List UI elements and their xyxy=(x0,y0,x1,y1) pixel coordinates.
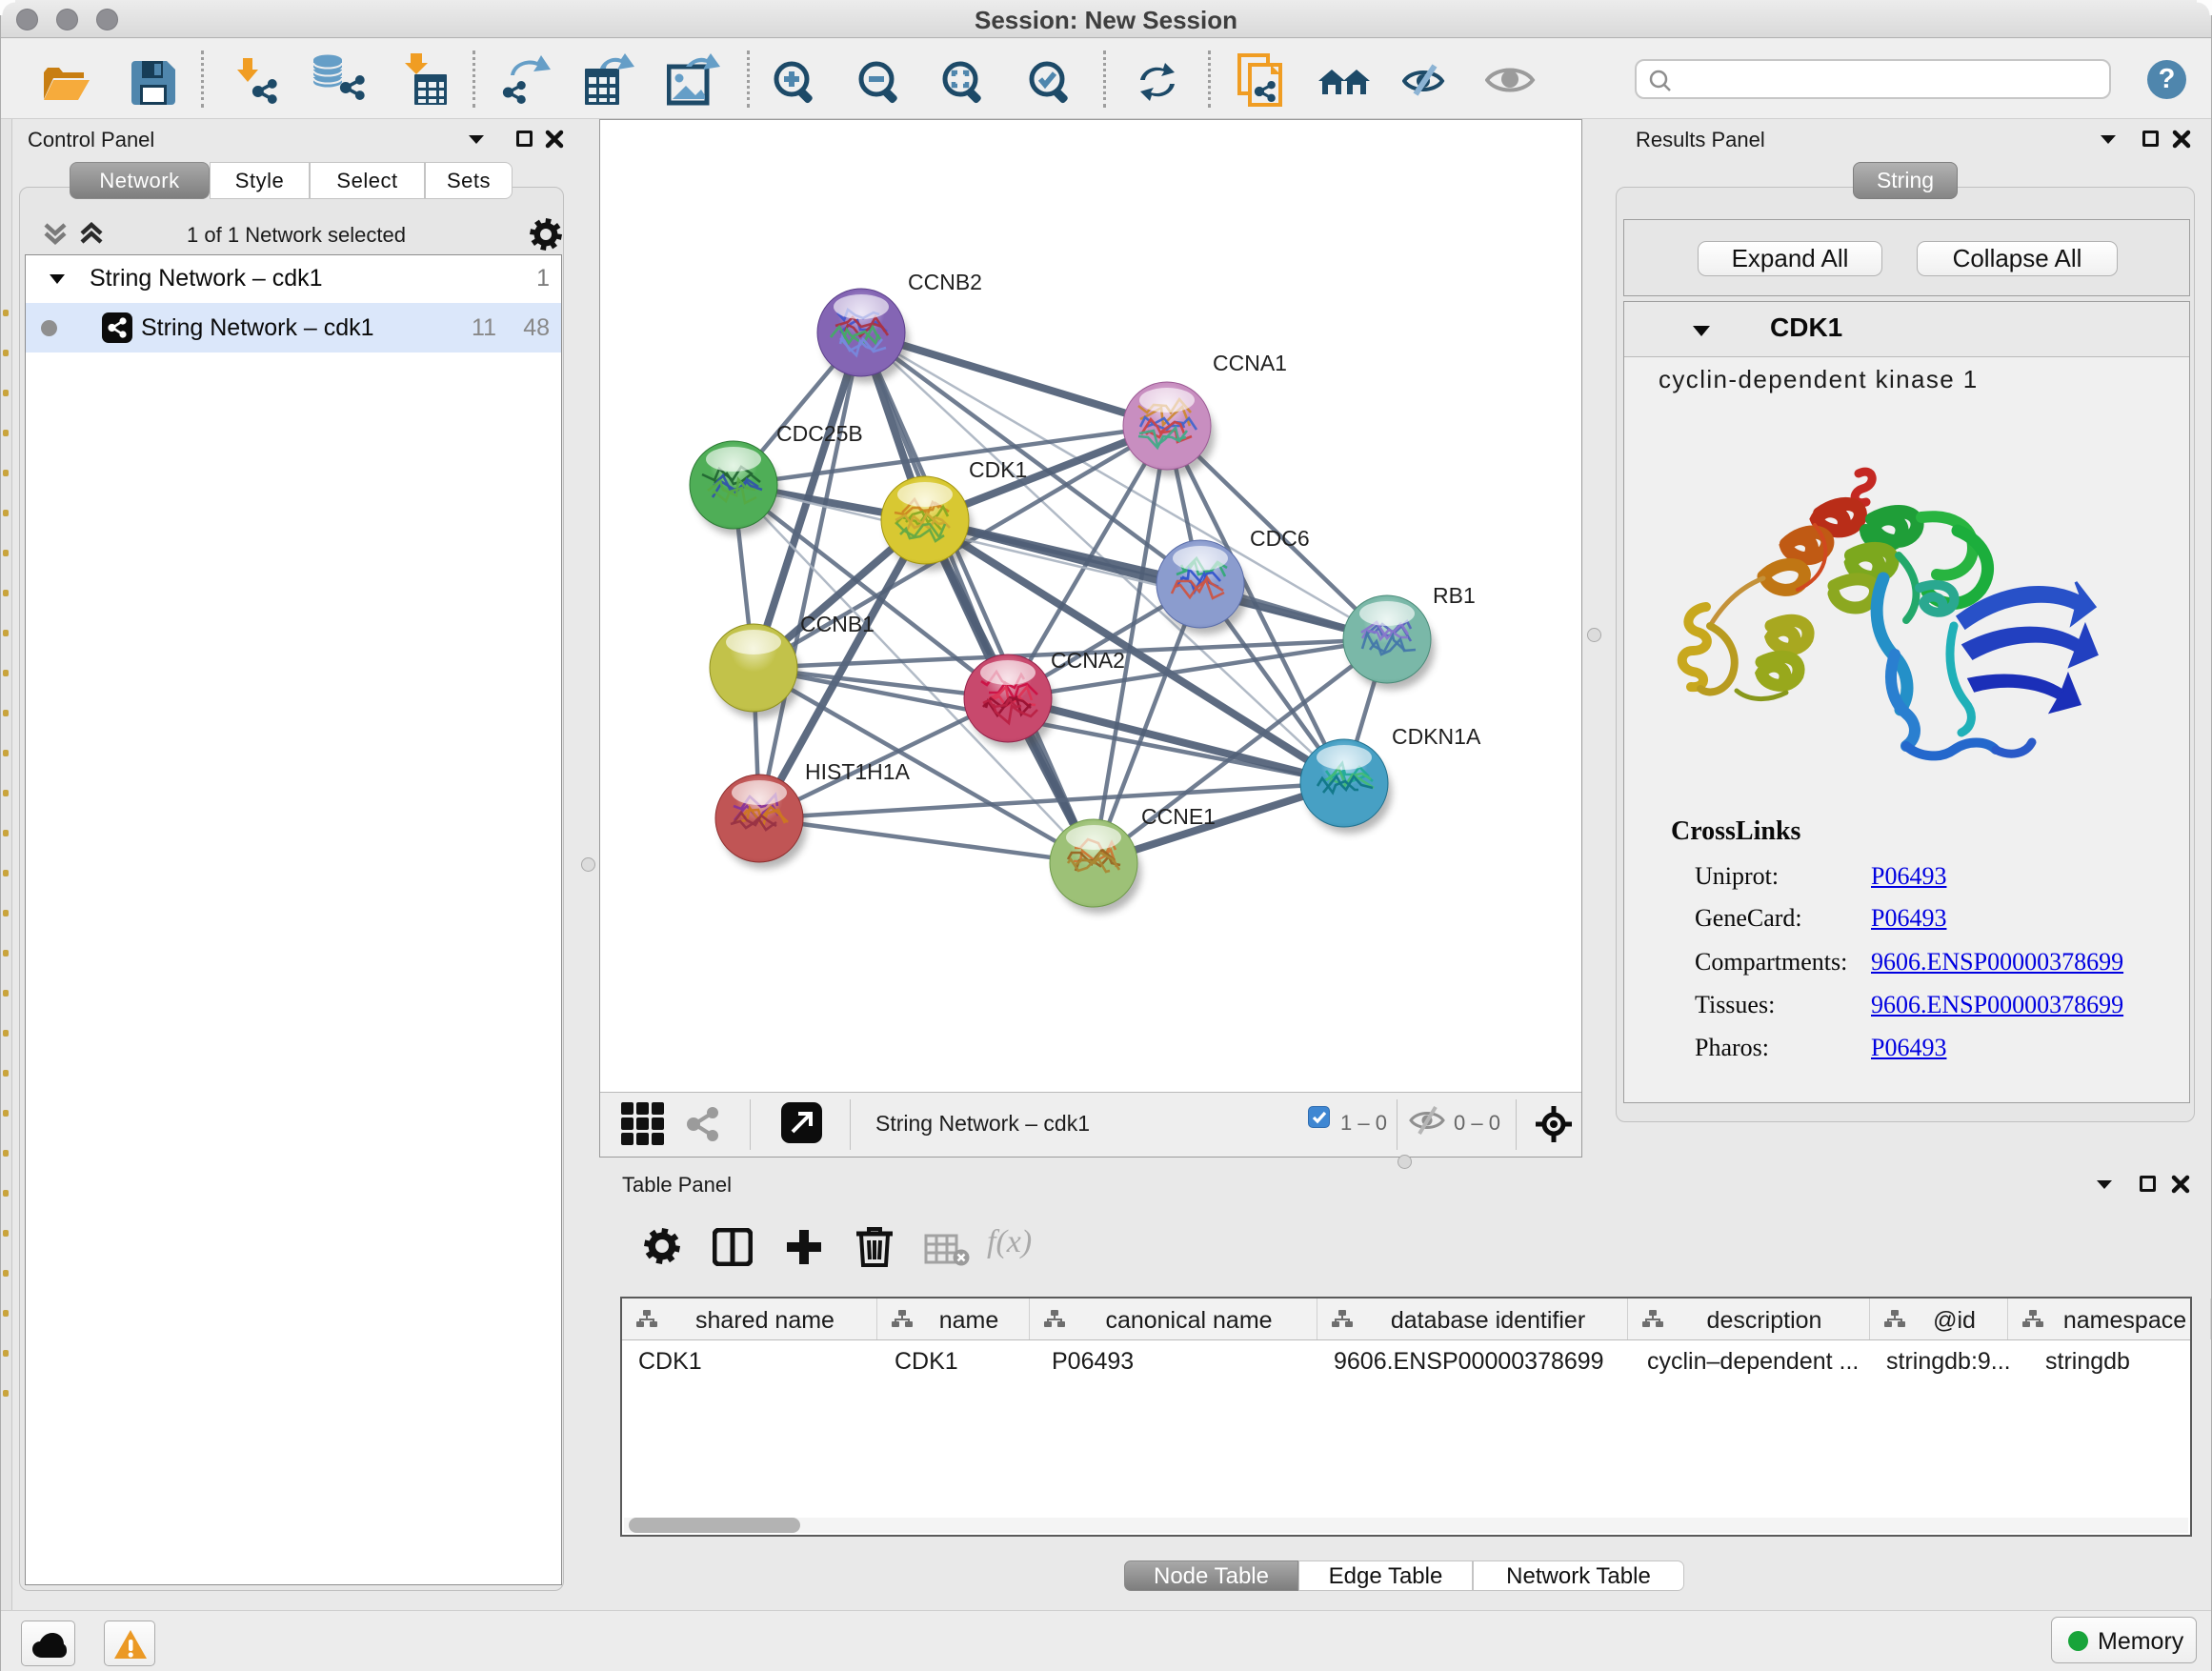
svg-text:CCNB2: CCNB2 xyxy=(908,270,982,294)
svg-text:CCNA1: CCNA1 xyxy=(1213,351,1287,375)
svg-text:CDC25B: CDC25B xyxy=(776,421,863,446)
svg-text:CCNE1: CCNE1 xyxy=(1141,804,1216,829)
svg-text:CDK1: CDK1 xyxy=(969,457,1027,482)
svg-text:CDC6: CDC6 xyxy=(1250,526,1310,551)
svg-text:CDKN1A: CDKN1A xyxy=(1392,724,1481,749)
svg-text:RB1: RB1 xyxy=(1433,583,1476,608)
svg-text:CCNB1: CCNB1 xyxy=(800,612,875,636)
svg-text:HIST1H1A: HIST1H1A xyxy=(805,759,911,784)
svg-text:CCNA2: CCNA2 xyxy=(1051,648,1125,673)
